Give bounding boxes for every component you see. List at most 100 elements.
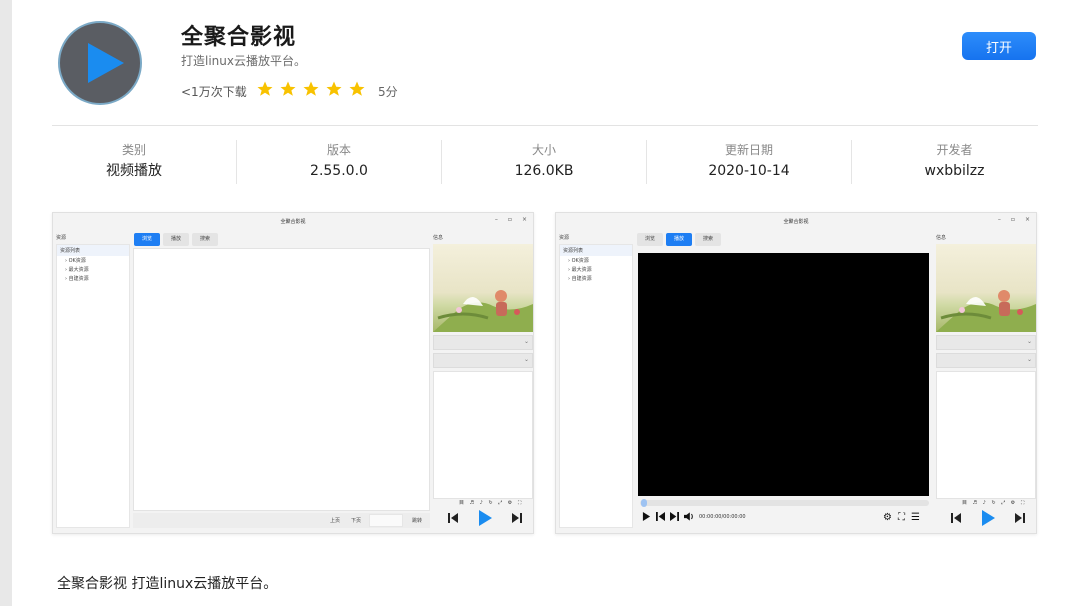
next-icon (670, 512, 679, 521)
screenshot-play[interactable]: 全聚合影视 – ▫ × 资源 资源列表 › OK资源 › 最大资源 › 自建资源 浏… (555, 212, 1037, 534)
fullscreen-icon: ⛶ (897, 512, 905, 523)
time-display: 00:00:00/00:00:00 (699, 513, 746, 520)
volume-icon (684, 512, 693, 521)
previous-icon (656, 512, 665, 521)
app-description: 全聚合影视 打造linux云播放平台。 (57, 576, 278, 592)
page-input (369, 514, 403, 527)
previous-icon (448, 513, 458, 523)
video-area (638, 253, 929, 496)
info-category: 类别 视频播放 (32, 140, 237, 184)
tab-browse: 浏览 (134, 233, 160, 246)
resource-tree: 资源列表 › OK资源 › 最大资源 › 自建资源 (559, 244, 633, 528)
app-title: 全聚合影视 (181, 25, 297, 50)
tab-browse: 浏览 (637, 233, 663, 246)
rating-stars (256, 80, 366, 98)
info-developer: 开发者 wxbbilzz (852, 140, 1057, 184)
dropdown-1: ⌄ (433, 335, 533, 350)
info-label: 大小 (531, 143, 556, 157)
info-label: 类别 (121, 143, 146, 157)
tree-item: › 自建资源 (568, 276, 592, 282)
info-panel: ⌄ ⌄ (936, 244, 1036, 499)
tree-item: › 自建资源 (65, 276, 89, 282)
app-info-row: 类别 视频播放 版本 2.55.0.0 大小 126.0KB 更新日期 2020… (32, 140, 1057, 184)
resource-label: 资源 (56, 235, 67, 241)
close-icon: × (521, 216, 527, 223)
download-count: <1万次下载 (181, 85, 247, 99)
browse-area (133, 248, 430, 511)
info-value: 126.0KB (514, 163, 574, 179)
progress-knob (641, 499, 647, 507)
next-icon (512, 513, 522, 523)
play-icon (88, 43, 124, 83)
minimize-icon: – (494, 216, 498, 223)
illustration-icon (433, 290, 533, 332)
illustration-icon (936, 290, 1036, 332)
play-icon (642, 512, 651, 521)
cover-art (936, 244, 1036, 332)
next-icon (1015, 513, 1025, 523)
header-divider (52, 125, 1038, 126)
tree-root: 资源列表 (57, 245, 129, 256)
close-icon: × (1024, 216, 1030, 223)
info-value: 视频播放 (106, 163, 162, 179)
tree-item: › OK资源 (65, 258, 86, 264)
star-icon (280, 81, 296, 96)
cover-art (433, 244, 533, 332)
tab-play: 播放 (666, 233, 692, 246)
window-controls: – ▫ × (998, 216, 1030, 223)
info-label: 开发者 (936, 143, 973, 157)
dropdown-1: ⌄ (936, 335, 1036, 350)
info-panel: ⌄ ⌄ (433, 244, 533, 499)
left-sidebar-edge (0, 0, 12, 606)
app-icon (58, 21, 142, 105)
rating-score: 5分 (378, 85, 398, 99)
mini-toolbar: 目 ♬ ♪ ↻ ⤢ ⚙ ⛶ (962, 500, 1027, 506)
prev-page: 上页 (330, 518, 341, 524)
info-size: 大小 126.0KB (442, 140, 647, 184)
info-label: 信息 (936, 235, 947, 241)
player-controls (950, 510, 1026, 526)
resource-tree: 资源列表 › OK资源 › 最大资源 › 自建资源 (56, 244, 130, 528)
progress-bar (640, 499, 929, 507)
dropdown-2: ⌄ (433, 353, 533, 368)
resource-label: 资源 (559, 235, 570, 241)
playlist-area (433, 371, 533, 499)
minimize-icon: – (997, 216, 1001, 223)
tree-item: › 最大资源 (65, 267, 89, 273)
playlist-area (936, 371, 1036, 499)
maximize-icon: ▫ (507, 216, 512, 223)
playlist-icon: ☰ (910, 512, 920, 523)
video-tools: ⚙ ⛶ ☰ (883, 512, 920, 523)
go-page: 跳转 (412, 518, 423, 524)
dropdown-2: ⌄ (936, 353, 1036, 368)
next-page: 下页 (351, 518, 362, 524)
tree-item: › OK资源 (568, 258, 589, 264)
maximize-icon: ▫ (1010, 216, 1015, 223)
play-icon (982, 510, 995, 526)
info-label: 版本 (326, 143, 351, 157)
previous-icon (951, 513, 961, 523)
view-tabs: 浏览 播放 搜索 (134, 233, 218, 246)
settings-icon: ⚙ (883, 512, 892, 523)
view-tabs: 浏览 播放 搜索 (637, 233, 721, 246)
video-controls: 00:00:00/00:00:00 (642, 512, 746, 521)
info-update-date: 更新日期 2020-10-14 (647, 140, 852, 184)
star-icon (257, 81, 273, 96)
star-icon (349, 81, 365, 96)
open-button[interactable]: 打开 (962, 32, 1036, 60)
window-title: 全聚合影视 (280, 219, 306, 225)
window-title: 全聚合影视 (783, 219, 809, 225)
star-icon (326, 81, 342, 96)
window-controls: – ▫ × (495, 216, 527, 223)
tab-search: 搜索 (695, 233, 721, 246)
info-label: 信息 (433, 235, 444, 241)
play-icon (479, 510, 492, 526)
pager: 上页 下页 跳转 (133, 513, 430, 528)
star-icon (303, 81, 319, 96)
tab-search: 搜索 (192, 233, 218, 246)
info-value: 2.55.0.0 (310, 163, 368, 179)
screenshot-browse[interactable]: 全聚合影视 – ▫ × 资源 资源列表 › OK资源 › 最大资源 › 自建资源 浏… (52, 212, 534, 534)
app-subtitle: 打造linux云播放平台。 (181, 54, 306, 68)
info-value: wxbbilzz (924, 163, 985, 179)
player-controls (447, 510, 523, 526)
